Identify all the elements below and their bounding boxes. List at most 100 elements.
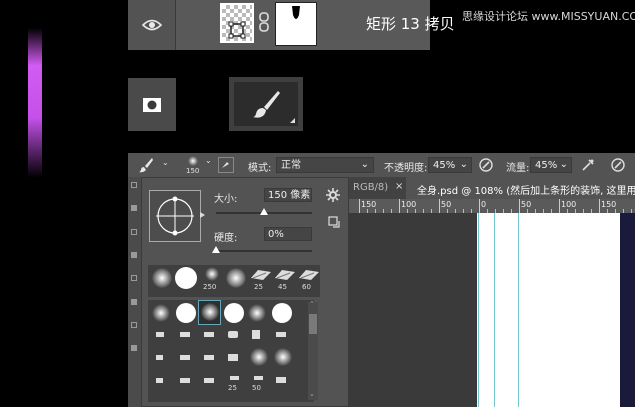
visibility-toggle[interactable] [128, 0, 176, 50]
preset-brush[interactable] [204, 378, 214, 383]
size-label: 大小: [214, 194, 238, 205]
preset-label: 25 [254, 283, 263, 291]
flow-label: 流量: [506, 163, 530, 174]
preset-brush[interactable] [204, 332, 214, 337]
selected-preset-brush[interactable] [198, 300, 221, 325]
preset-brush[interactable] [276, 377, 286, 383]
preview-arrow-icon [200, 212, 205, 218]
mask-shape-icon [292, 6, 300, 19]
brush-preset-panel: 大小: 150 像素 硬度: 0% 250 25 45 60 25 50 ⌃ ⌄ [141, 177, 349, 407]
tool-icon[interactable] [131, 275, 137, 281]
preset-brush[interactable] [156, 332, 164, 337]
guide-line[interactable] [518, 213, 519, 407]
chevron-down-icon[interactable]: ⌄ [162, 158, 169, 167]
preset-brush[interactable]: 25 [250, 267, 272, 295]
brush-tool-icon[interactable] [138, 157, 154, 173]
canvas-area[interactable] [349, 213, 635, 407]
preset-label: 25 [228, 384, 237, 392]
tool-icon[interactable] [131, 345, 137, 351]
preset-brush[interactable] [276, 332, 286, 337]
tool-icon[interactable] [131, 182, 137, 188]
ruler-tick-label: 50 [521, 200, 532, 209]
mode-label: 模式: [248, 163, 272, 174]
size-input[interactable]: 150 像素 [264, 188, 312, 202]
document-canvas[interactable] [477, 213, 620, 407]
preset-brush[interactable] [250, 348, 268, 366]
tool-strip [128, 177, 141, 407]
pressure-opacity-icon[interactable] [478, 157, 494, 173]
preset-brush[interactable] [274, 348, 292, 366]
opacity-input[interactable]: 45% ⌄ [428, 157, 472, 173]
flow-value: 45% [535, 160, 558, 171]
preset-brush[interactable] [248, 304, 266, 322]
brush-panel-toggle-icon[interactable] [218, 157, 234, 173]
tool-icon[interactable] [131, 252, 137, 258]
hardness-slider-handle[interactable] [212, 246, 220, 253]
preset-brush[interactable]: 60 [298, 267, 320, 295]
layer-mask-thumbnail[interactable] [275, 2, 317, 46]
preset-brush[interactable] [175, 267, 197, 289]
preset-brush[interactable] [156, 378, 163, 383]
mode-select[interactable]: 正常 ⌄ [276, 157, 374, 173]
preset-label: 45 [278, 283, 287, 291]
horizontal-ruler[interactable]: 150 100 50 0 50 100 150 [349, 199, 635, 214]
tool-icon[interactable] [131, 299, 137, 305]
preset-brush[interactable] [176, 303, 196, 323]
brush-angle-preview[interactable] [149, 190, 201, 242]
tool-icon[interactable] [131, 205, 137, 211]
size-value: 150 像素 [268, 190, 311, 201]
brush-tip-preview [188, 156, 198, 166]
brush-preset-grid: 25 50 [148, 300, 314, 402]
preset-brush[interactable] [152, 304, 170, 322]
preset-brush[interactable] [228, 354, 238, 361]
tab-inactive-label[interactable]: RGB/8) [353, 182, 388, 193]
new-preset-icon[interactable] [328, 216, 340, 228]
tab-active[interactable]: 全身.psd @ 108% (然后加上条形的装饰, 这里用到的 [406, 177, 635, 199]
ruler-tick [399, 199, 400, 213]
gear-icon[interactable] [326, 188, 340, 202]
chevron-down-icon: ⌄ [360, 159, 369, 170]
ruler-tick [439, 199, 440, 213]
preset-brush[interactable] [156, 355, 163, 360]
preset-brush[interactable] [204, 355, 214, 360]
guide-line[interactable] [494, 213, 495, 407]
preset-brush[interactable] [180, 355, 190, 360]
preset-brush[interactable] [180, 378, 190, 383]
ruler-tick-label: 150 [601, 200, 617, 209]
chevron-down-icon[interactable]: ⌄ [309, 390, 315, 398]
add-mask-button[interactable] [128, 78, 176, 131]
brush-tool-button[interactable] [229, 77, 303, 131]
hardness-input[interactable]: 0% [264, 227, 312, 241]
hardness-slider[interactable] [216, 250, 312, 252]
layer-thumbnail[interactable] [220, 3, 254, 43]
preset-brush[interactable] [224, 303, 244, 323]
preset-brush[interactable] [228, 331, 238, 338]
preset-scrollbar[interactable]: ⌃ ⌄ [308, 300, 318, 400]
flow-input[interactable]: 45% ⌄ [530, 157, 572, 173]
preset-brush[interactable] [252, 330, 260, 339]
close-icon[interactable]: × [395, 181, 403, 192]
tool-icon[interactable] [131, 229, 137, 235]
preset-brush[interactable] [272, 303, 292, 323]
brush-preset-picker[interactable]: 150 [182, 154, 204, 176]
chain-link-icon[interactable] [258, 12, 270, 32]
preset-brush[interactable] [180, 332, 190, 337]
preset-brush[interactable] [226, 268, 246, 288]
size-slider-handle[interactable] [260, 208, 268, 215]
layer-name[interactable]: 矩形 13 拷贝 [366, 13, 455, 34]
guide-line[interactable] [478, 213, 479, 407]
chevron-up-icon[interactable]: ⌃ [309, 300, 315, 308]
preset-brush[interactable]: 250 [202, 267, 222, 295]
airbrush-icon[interactable] [580, 157, 596, 173]
chevron-down-icon[interactable]: ⌄ [205, 156, 212, 165]
preset-brush[interactable] [152, 268, 172, 288]
layer-content[interactable]: 矩形 13 拷贝 [176, 0, 455, 50]
tool-icon[interactable] [131, 322, 137, 328]
pressure-size-icon[interactable] [610, 157, 626, 173]
layer-row[interactable]: 矩形 13 拷贝 [128, 0, 455, 50]
preset-brush[interactable]: 50 [252, 374, 266, 396]
preset-brush[interactable]: 25 [228, 374, 242, 396]
scrollbar-thumb[interactable] [309, 314, 317, 334]
preset-brush[interactable]: 45 [274, 267, 296, 295]
mode-value: 正常 [281, 160, 301, 171]
